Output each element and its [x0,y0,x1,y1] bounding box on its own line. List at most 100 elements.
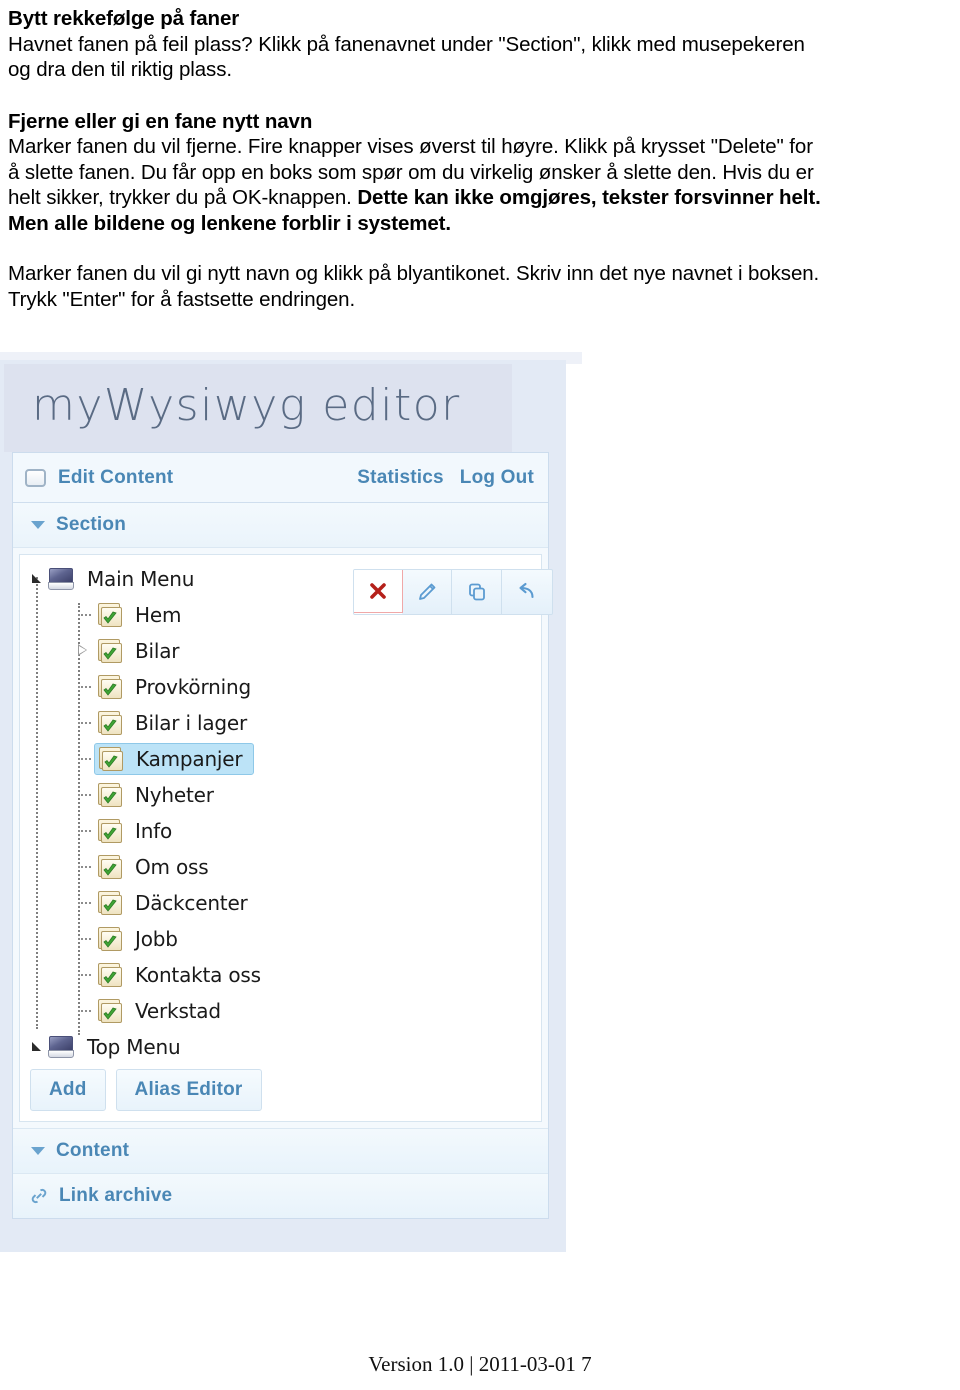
tree-node-content: Kontakta oss [96,962,264,988]
content-panel-title: Content [56,1140,130,1161]
tree-node-provkorning[interactable]: Provkörning [30,669,541,705]
tree-node-info[interactable]: Info [30,813,541,849]
link-archive-panel-header[interactable]: Link archive [13,1173,548,1218]
tree-connector [78,597,96,633]
section-panel-title: Section [56,514,127,535]
tree-node-bilar-i-lager[interactable]: Bilar i lager [30,705,541,741]
tree-button-row: Add Alias Editor [20,1065,541,1117]
green-check-icon [103,1007,117,1020]
tree-node-content: Bilar [96,638,182,664]
section-2-line-3: helt sikker, trykker du på OK-knappen. D… [8,185,938,211]
add-button[interactable]: Add [30,1069,106,1111]
tree-node-label: Verkstad [135,999,221,1023]
tree-node-label: Däckcenter [135,891,248,915]
screenshot-frame: myWysiwyg editor Edit Content Statistics… [0,352,586,1252]
drive-icon [48,568,74,590]
triangle-collapsed-icon [78,644,87,656]
section-2-line-3-text: helt sikker, trykker du på OK-knappen. [8,186,352,209]
tree-node-label: Kampanjer [136,747,243,771]
tree-node-top-menu[interactable]: Top Menu [30,1029,541,1065]
tree-node-jobb[interactable]: Jobb [30,921,541,957]
folder-published-icon [96,998,124,1024]
tree-connector [78,705,96,741]
triangle-expanded-icon [32,574,41,583]
content-panel-header[interactable]: Content [13,1128,548,1173]
drive-icon [48,1036,74,1058]
nav-log-out[interactable]: Log Out [460,467,534,489]
expand-toggle[interactable] [30,1029,48,1065]
tree-node-content: Nyheter [96,782,217,808]
paragraph-gap-1 [8,83,938,109]
tree-node-content: Jobb [96,926,181,952]
window-icon [25,468,46,487]
green-check-icon [104,755,118,768]
section-3-line-1: Marker fanen du vil gi nytt navn og klik… [8,262,820,285]
green-check-icon [103,827,117,840]
section-2-line-2: å slette fanen. Du får opp en boks som s… [8,160,814,184]
green-check-icon [103,683,117,696]
tree-node-label: Hem [135,603,182,627]
app-card: Edit Content Statistics Log Out Section [12,452,553,1219]
tree-node-hem[interactable]: Hem [30,597,541,633]
folder-published-icon [96,602,124,628]
folder-published-icon [96,926,124,952]
tree-node-content: Info [96,818,175,844]
section-panel-header[interactable]: Section [13,503,548,548]
tree-node-kontakta-oss[interactable]: Kontakta oss [30,957,541,993]
app-header: myWysiwyg editor [4,364,512,452]
tree-node-label: Om oss [135,855,209,879]
tree-node-content: Däckcenter [96,890,251,916]
tree-node-verkstad[interactable]: Verkstad [30,993,541,1029]
folder-published-icon [96,962,124,988]
expand-toggle[interactable] [30,561,48,597]
section-tree: Main Menu Hem Bilar Provkörning Bilar i … [20,561,541,1065]
section-heading-1: Bytt rekkefølge på faner [8,7,240,30]
tree-node-content: Hem [96,602,184,628]
section-tree-panel: Main Menu Hem Bilar Provkörning Bilar i … [19,554,553,1122]
section-2-line-1: Marker fanen du vil fjerne. Fire knapper… [8,135,813,158]
alias-editor-button[interactable]: Alias Editor [115,1069,262,1111]
green-check-icon [103,935,117,948]
tree-node-bilar[interactable]: Bilar [30,633,541,669]
green-check-icon [103,611,117,624]
tree-connector [78,669,96,705]
tree-node-main-menu[interactable]: Main Menu [30,561,541,597]
section-heading-2: Fjerne eller gi en fane nytt navn [8,109,313,133]
tree-node-om-oss[interactable]: Om oss [30,849,541,885]
app-navbar: Edit Content Statistics Log Out [13,453,548,503]
tree-node-content-selected: Kampanjer [94,743,255,775]
tree-node-label: Info [135,819,173,843]
tree-node-label: Main Menu [87,567,195,591]
tree-connector [78,921,96,957]
cross-icon [370,583,386,599]
folder-published-icon [96,638,124,664]
tree-connector [78,813,96,849]
tree-node-content: Om oss [96,854,211,880]
chevron-down-icon [31,1147,45,1155]
paragraph-gap-2 [8,236,938,261]
chain-link-icon [31,1188,47,1204]
tree-node-nyheter[interactable]: Nyheter [30,777,541,813]
document-body: Bytt rekkefølge på faner Havnet fanen på… [8,6,938,312]
nav-statistics[interactable]: Statistics [357,467,443,489]
tree-node-content: Provkörning [96,674,254,700]
nav-edit-content[interactable]: Edit Content [58,467,173,489]
tree-node-kampanjer[interactable]: Kampanjer [30,741,541,777]
tree-node-label: Bilar [135,639,180,663]
tree-node-label: Kontakta oss [135,963,261,987]
tree-node-label: Jobb [135,927,178,951]
delete-button[interactable] [354,570,403,613]
tree-connector [78,993,96,1029]
expand-toggle[interactable] [78,633,96,669]
folder-published-icon [96,854,124,880]
tree-connector [78,885,96,921]
green-check-icon [103,971,117,984]
green-check-icon [103,899,117,912]
tree-connector [78,741,96,777]
app-logo-text: myWysiwyg editor [32,380,461,431]
tree-node-label: Top Menu [87,1035,181,1059]
tree-node-content: Bilar i lager [96,710,250,736]
tree-node-dackcenter[interactable]: Däckcenter [30,885,541,921]
tree-connector [78,957,96,993]
chevron-down-icon [31,521,45,529]
